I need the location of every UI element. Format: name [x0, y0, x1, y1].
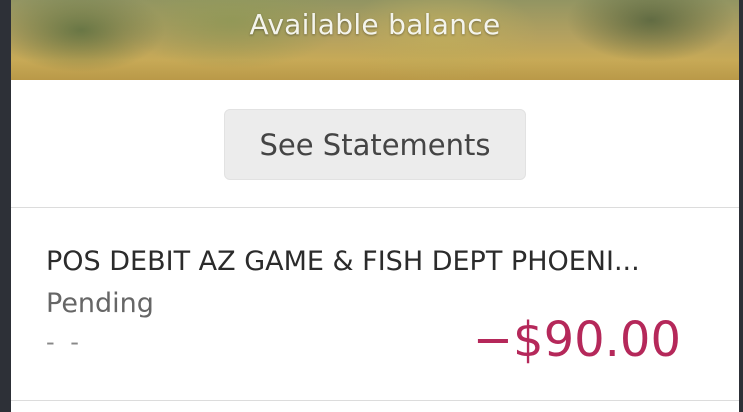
balance-header: Available balance	[11, 0, 739, 80]
transaction-row[interactable]: POS DEBIT AZ GAME & FISH DEPT PHOENI... …	[11, 208, 739, 401]
transaction-status: Pending	[46, 288, 154, 319]
account-screen: Available balance See Statements POS DEB…	[11, 0, 739, 412]
transaction-amount: −$90.00	[472, 312, 681, 368]
statements-section: See Statements	[11, 80, 739, 208]
available-balance-label: Available balance	[249, 8, 501, 41]
transaction-description: POS DEBIT AZ GAME & FISH DEPT PHOENI...	[46, 246, 640, 277]
transaction-date: - -	[46, 328, 83, 356]
device-frame: Available balance See Statements POS DEB…	[0, 0, 743, 412]
see-statements-button[interactable]: See Statements	[224, 109, 526, 180]
